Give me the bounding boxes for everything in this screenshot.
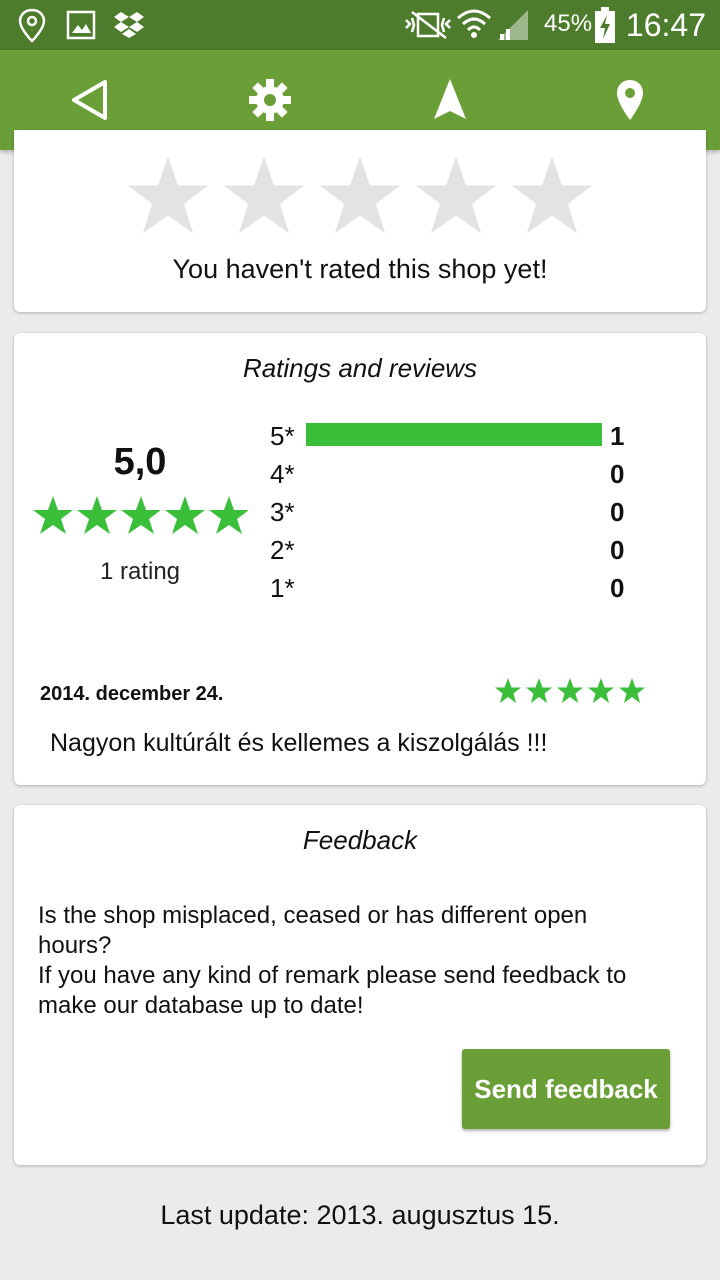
map-pin-icon [617,80,643,120]
back-button[interactable] [60,70,120,130]
ratings-title: Ratings and reviews [242,353,478,383]
back-triangle-icon [72,80,107,120]
feedback-title: Feedback [302,825,418,855]
star-icon[interactable] [126,155,210,235]
review-stars [495,678,645,703]
star-icon [588,678,614,703]
dropbox-icon [114,12,144,38]
histogram-label: 2* [270,535,295,565]
star-icon [557,678,583,703]
histogram-count: 0 [610,459,625,489]
last-update: Last update: 2013. augusztus 15. [160,1200,560,1230]
star-icon [209,496,248,534]
histogram-count: 1 [610,421,625,451]
histogram-count: 0 [610,573,625,603]
wifi-icon [457,9,491,38]
battery-charging-icon [595,7,615,43]
navigation-arrow-icon [434,79,466,119]
map-button[interactable] [600,70,660,130]
status-bar: 45% 16:47 [0,0,720,50]
star-icon [165,496,205,534]
feedback-card: Feedback Is the shop misplaced, ceased o… [14,805,706,1165]
feedback-line: make our database up to date! [38,992,364,1019]
location-pin-icon [18,8,46,43]
my-rating-card: You haven't rated this shop yet! [14,130,706,312]
star-icon [495,678,521,703]
histogram-count: 0 [610,535,625,565]
battery-percent: 45% [544,10,593,37]
star-icon [77,496,117,534]
clock: 16:47 [625,7,706,43]
histogram-label: 1* [270,573,295,603]
star-icon[interactable] [510,155,594,235]
histogram-label: 4* [270,459,295,489]
signal-icon [498,10,528,40]
star-icon[interactable] [222,155,306,235]
star-icon[interactable] [414,155,498,235]
review-text: Nagyon kultúrált és kellemes a kiszolgál… [50,729,548,757]
star-icon [526,678,552,703]
star-icon [619,678,645,703]
not-rated-message: You haven't rated this shop yet! [172,254,548,284]
feedback-line: hours? [38,932,112,959]
star-icon [33,496,73,534]
histogram-label: 3* [270,497,295,527]
send-feedback-button[interactable]: Send feedback [462,1049,670,1129]
histogram-count: 0 [610,497,625,527]
average-rating: 5,0 [113,441,167,483]
gallery-icon [66,10,96,40]
feedback-line: If you have any kind of remark please se… [38,962,627,989]
rating-count: 1 rating [99,558,181,585]
star-icon[interactable] [318,155,402,235]
feedback-description: Is the shop misplaced, ceased or has dif… [38,901,688,1021]
feedback-line: Is the shop misplaced, ceased or has dif… [38,902,588,929]
star-icon [121,496,161,534]
settings-gear-icon [249,79,291,121]
review-date: 2014. december 24. [40,683,224,705]
ratings-card: Ratings and reviews 5,0 1 rating 5* 1 4*… [14,333,706,785]
vibrate-icon [405,11,451,39]
settings-button[interactable] [240,70,300,130]
navigate-button[interactable] [420,70,480,130]
histogram-label: 5* [270,421,295,451]
average-stars [33,496,248,534]
histogram-bar-5 [306,423,602,446]
